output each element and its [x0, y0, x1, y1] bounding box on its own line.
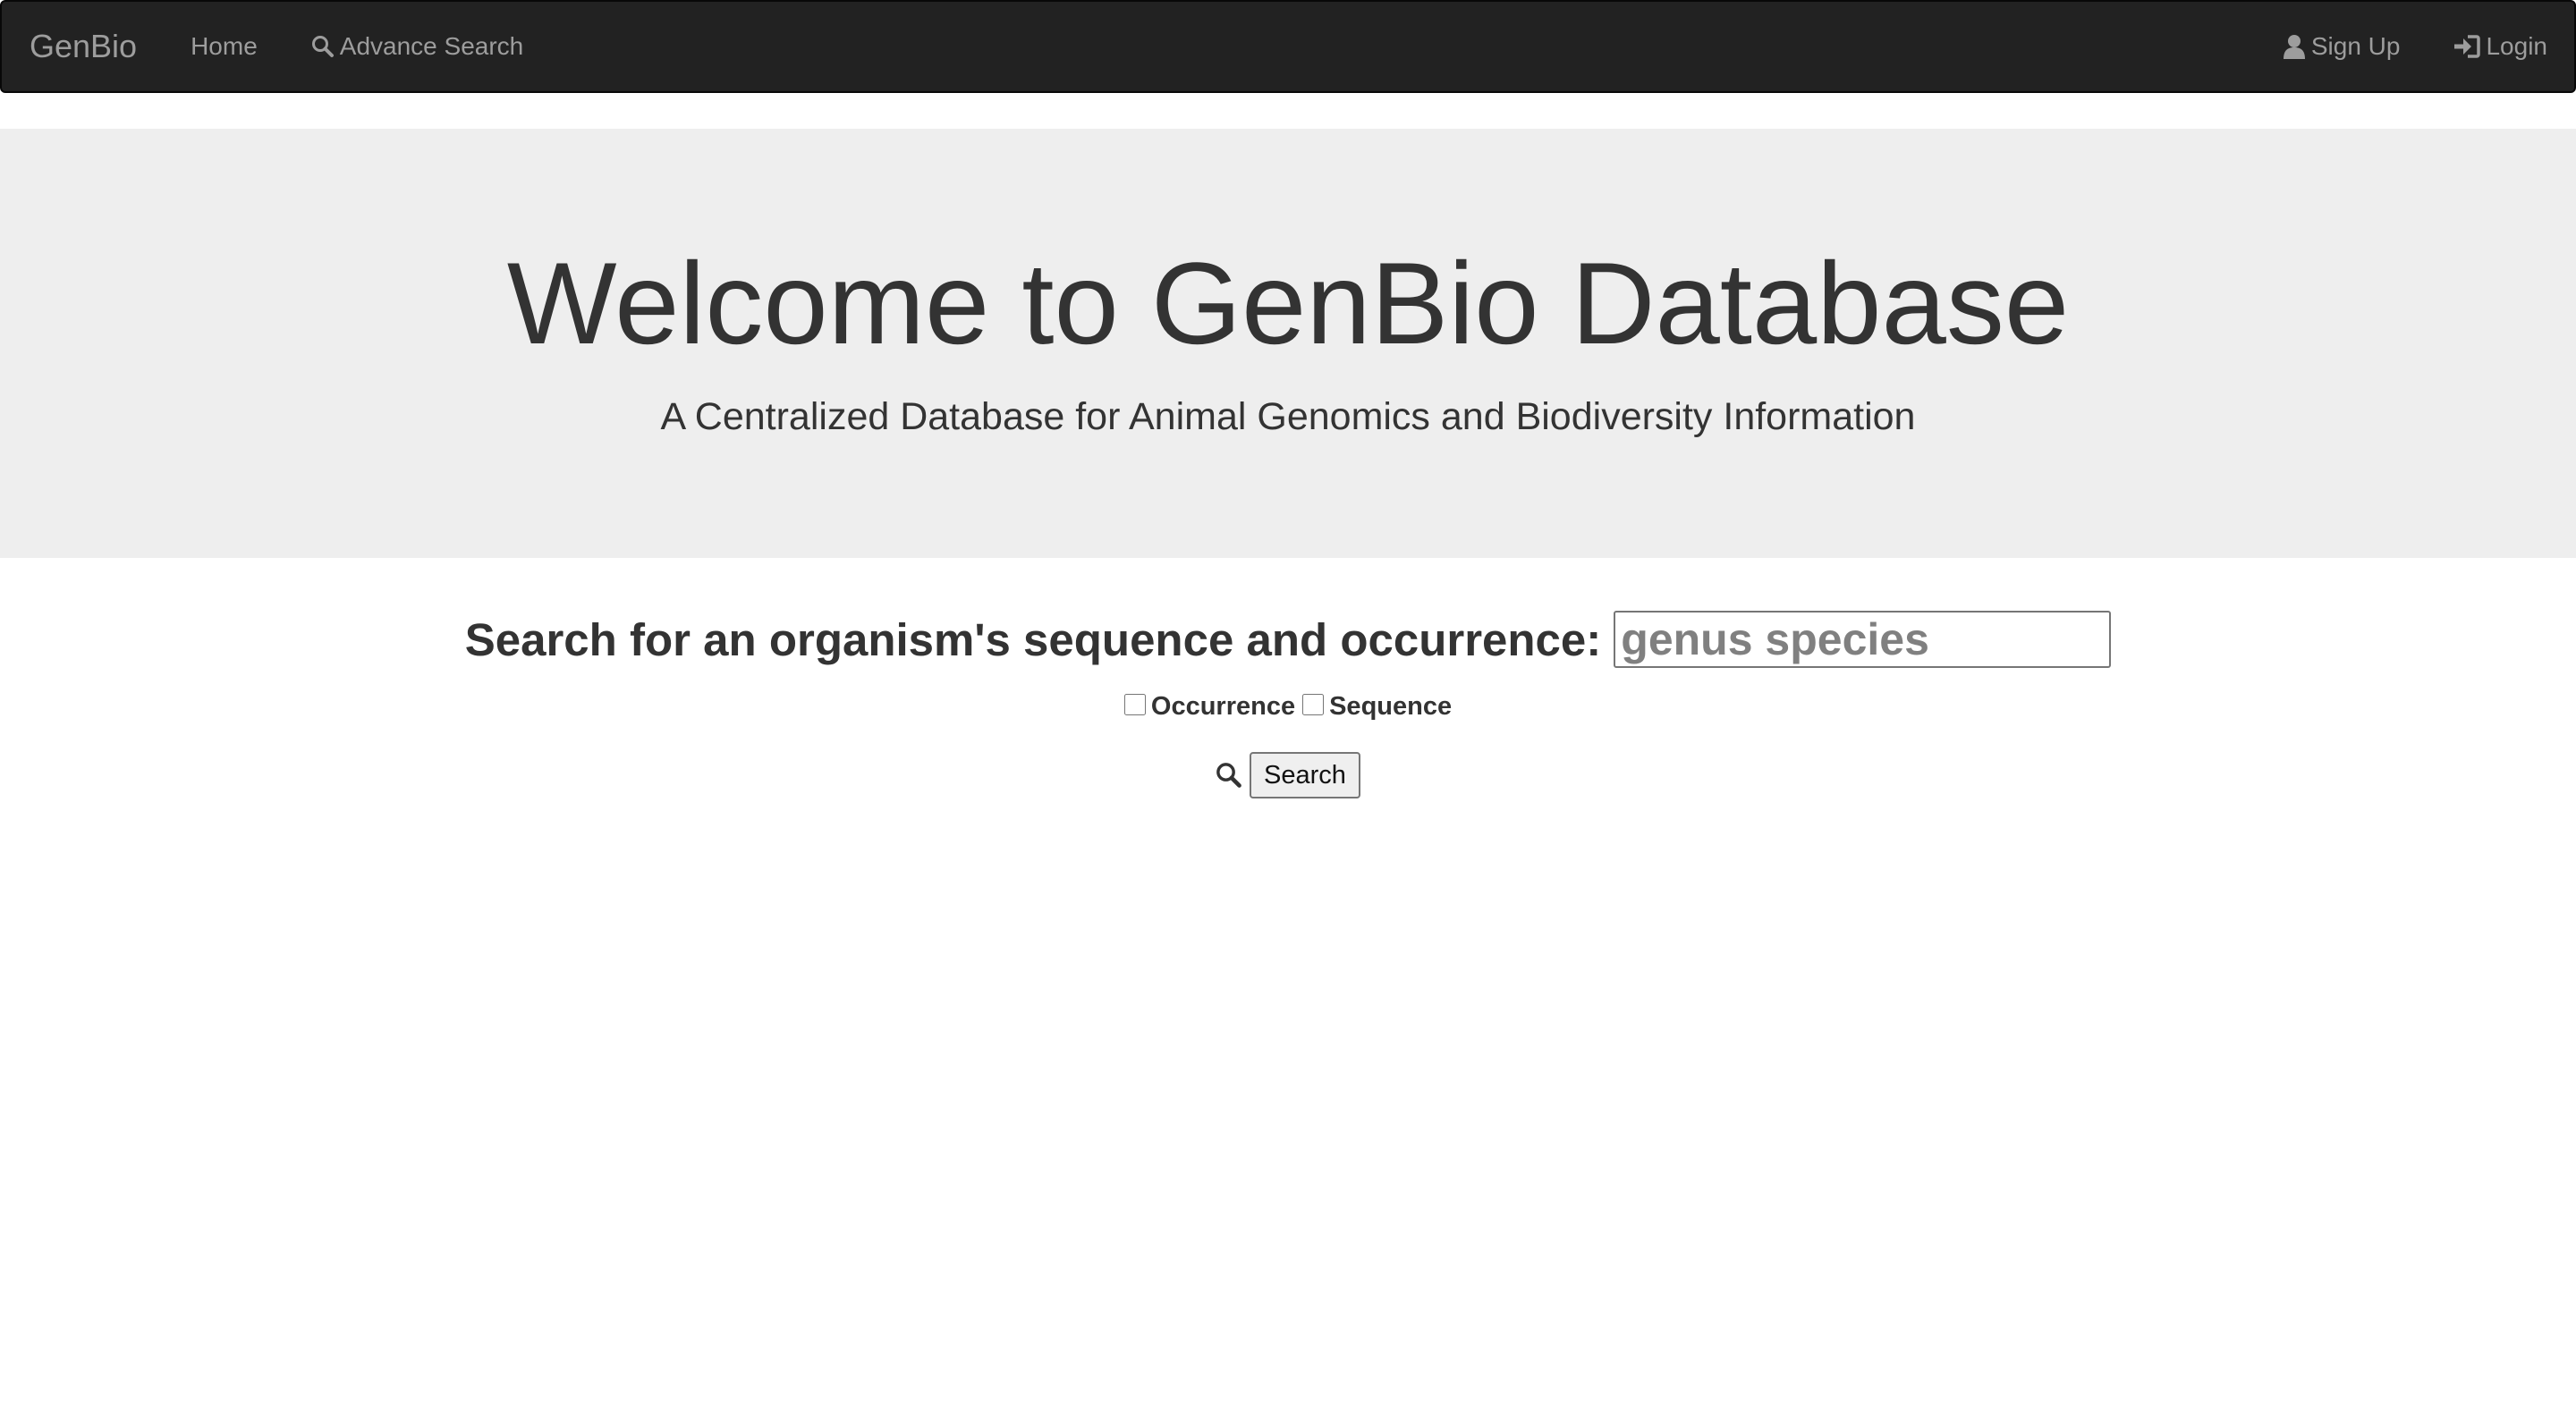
occurrence-checkbox[interactable]	[1123, 693, 1146, 715]
nav-advance-search-link[interactable]: Advance Search	[284, 32, 550, 61]
navbar-right: Sign Up Login	[2256, 2, 2574, 91]
occurrence-label: Occurrence	[1150, 692, 1296, 721]
sequence-checkbox[interactable]	[1302, 693, 1325, 715]
top-navbar: GenBio Home Advance Search Sign Up Login	[0, 0, 2576, 93]
nav-login-link[interactable]: Login	[2427, 32, 2574, 61]
nav-login-label: Login	[2486, 32, 2547, 60]
search-icon	[1216, 762, 1242, 789]
search-options: Occurrence Sequence	[0, 692, 2576, 722]
user-icon	[2283, 34, 2306, 59]
sequence-label: Sequence	[1329, 692, 1453, 721]
page-subtitle: A Centralized Database for Animal Genomi…	[660, 395, 1916, 438]
search-icon	[311, 35, 335, 58]
search-form-row: Search for an organism's sequence and oc…	[0, 611, 2576, 668]
nav-home-link[interactable]: Home	[164, 32, 284, 61]
organism-search-input[interactable]	[1614, 611, 2112, 668]
nav-sign-up-link[interactable]: Sign Up	[2256, 32, 2428, 61]
page-title: Welcome to GenBio Database	[506, 238, 2070, 368]
log-in-icon	[2453, 34, 2481, 59]
nav-advance-search-label: Advance Search	[339, 32, 524, 60]
search-button-row: Search	[0, 752, 2576, 798]
search-button[interactable]: Search	[1250, 752, 1360, 798]
nav-sign-up-label: Sign Up	[2310, 32, 2401, 60]
nav-home-label: Home	[191, 32, 258, 60]
sequence-option[interactable]: Sequence	[1302, 692, 1452, 722]
occurrence-option[interactable]: Occurrence	[1123, 692, 1296, 722]
navbar-left: GenBio Home Advance Search	[2, 2, 550, 91]
brand-link[interactable]: GenBio	[2, 28, 164, 65]
search-label: Search for an organism's sequence and oc…	[464, 613, 1602, 665]
hero-jumbotron: Welcome to GenBio Database A Centralized…	[0, 129, 2576, 558]
